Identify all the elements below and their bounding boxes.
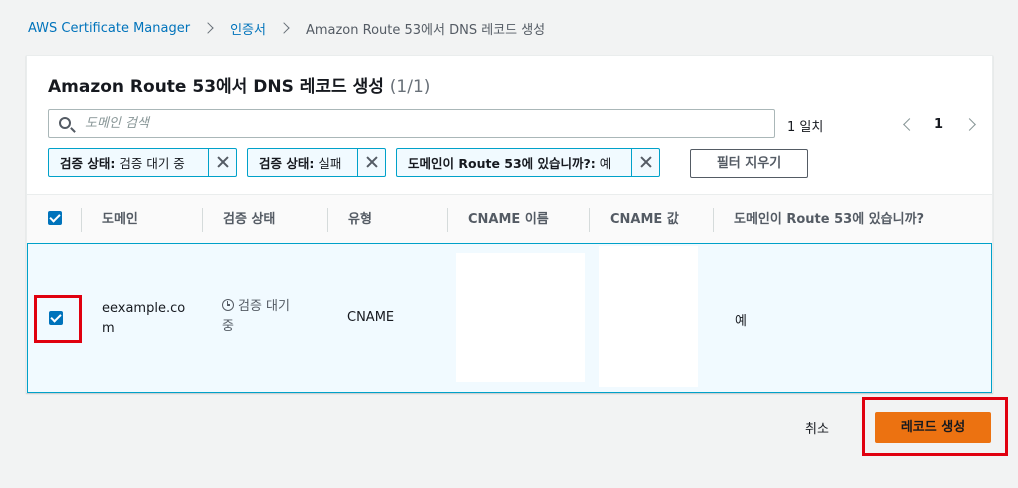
filter-token-status-failed: 검증 상태: 실패	[247, 148, 386, 177]
domain-text-line1: eexample.co	[102, 301, 186, 316]
select-all-checkbox[interactable]	[48, 211, 62, 225]
breadcrumb-current: Amazon Route 53에서 DNS 레코드 생성	[305, 22, 546, 38]
close-icon[interactable]	[208, 149, 236, 176]
table-header: 도메인 검증 상태 유형 CNAME 이름 CNAME 값 도메인이 Route…	[27, 194, 992, 243]
column-divider	[447, 208, 448, 232]
chevron-right-icon	[202, 22, 214, 34]
column-header-cname-value[interactable]: CNAME 값	[610, 195, 679, 244]
breadcrumb-link-certificates[interactable]: 인증서	[230, 19, 266, 38]
clear-filters-button[interactable]: 필터 지우기	[690, 149, 808, 178]
filter-key: 검증 상태:	[60, 156, 116, 171]
in-route53-cell: 예	[735, 314, 747, 329]
filter-value: 실패	[318, 156, 342, 171]
column-header-cname-name[interactable]: CNAME 이름	[468, 195, 549, 244]
pagination: 1	[899, 114, 976, 134]
status-text-line2: 중	[222, 319, 234, 334]
chevron-right-icon	[278, 22, 290, 34]
column-header-status[interactable]: 검증 상태	[223, 195, 275, 244]
filter-value: 예	[599, 156, 612, 171]
column-header-in-route53[interactable]: 도메인이 Route 53에 있습니까?	[734, 195, 924, 244]
filter-key: 도메인이 Route 53에 있습니까?:	[408, 156, 596, 171]
panel-title: Amazon Route 53에서 DNS 레코드 생성 (1/1)	[48, 72, 430, 97]
chevron-left-icon[interactable]	[903, 117, 916, 131]
close-icon[interactable]	[357, 149, 385, 176]
search-input[interactable]	[85, 113, 765, 133]
type-cell: CNAME	[347, 310, 395, 325]
filter-value: 검증 대기 중	[119, 156, 185, 171]
panel-title-text: Amazon Route 53에서 DNS 레코드 생성	[48, 77, 384, 97]
create-records-button[interactable]: 레코드 생성	[875, 412, 991, 443]
cancel-button[interactable]: 취소	[805, 418, 829, 437]
column-header-domain[interactable]: 도메인	[102, 195, 138, 244]
column-divider	[81, 208, 82, 232]
status-cell: 검증 대기 중	[222, 297, 290, 337]
cname-name-cell	[456, 253, 585, 382]
match-count: 1 일치	[787, 120, 824, 135]
page-number[interactable]: 1	[934, 117, 943, 132]
column-divider	[713, 208, 714, 232]
column-divider	[589, 208, 590, 232]
column-header-type[interactable]: 유형	[348, 195, 372, 244]
column-divider	[327, 208, 328, 232]
breadcrumb-link-acm[interactable]: AWS Certificate Manager	[28, 21, 190, 36]
domain-cell: eexample.co m	[102, 299, 185, 339]
filter-token-status-pending: 검증 상태: 검증 대기 중	[48, 148, 237, 177]
search-box[interactable]	[48, 109, 775, 138]
breadcrumb: AWS Certificate Manager 인증서 Amazon Route…	[28, 18, 545, 38]
close-icon[interactable]	[631, 149, 659, 176]
cname-value-cell	[599, 246, 698, 387]
column-divider	[202, 208, 203, 232]
filter-token-in-route53: 도메인이 Route 53에 있습니까?: 예	[396, 148, 660, 177]
status-text-line1: 검증 대기	[238, 299, 290, 314]
records-panel: Amazon Route 53에서 DNS 레코드 생성 (1/1) 1 일치 …	[26, 55, 993, 393]
highlight-box-checkbox	[34, 295, 82, 343]
filter-key: 검증 상태:	[259, 156, 315, 171]
table-row[interactable]: eexample.co m 검증 대기 중 CNAME 예	[27, 243, 992, 393]
chevron-right-icon[interactable]	[963, 117, 976, 131]
domain-text-line2: m	[102, 321, 115, 336]
search-icon	[59, 117, 71, 129]
selection-count: (1/1)	[389, 77, 431, 97]
clock-icon	[222, 299, 234, 311]
